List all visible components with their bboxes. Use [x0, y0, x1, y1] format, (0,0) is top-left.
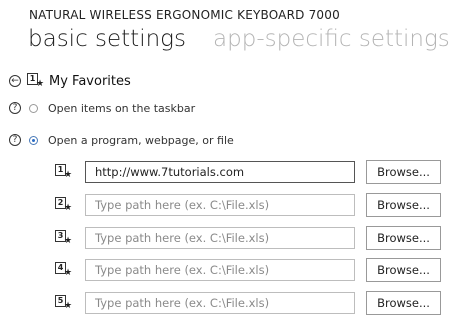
favorite-row-5: 5 ★ Browse...	[55, 291, 441, 315]
path-input-1[interactable]	[85, 161, 355, 183]
favorite-key-icon: 2 ★	[55, 197, 73, 213]
browse-button-5[interactable]: Browse...	[366, 291, 441, 315]
path-input-5[interactable]	[85, 292, 355, 314]
browse-button-2[interactable]: Browse...	[366, 193, 441, 217]
favorite-row-2: 2 ★ Browse...	[55, 193, 441, 217]
browse-button-1[interactable]: Browse...	[366, 160, 441, 184]
help-icon[interactable]: ?	[9, 102, 21, 114]
star-icon: ★	[64, 236, 73, 246]
option-label: Open a program, webpage, or file	[48, 133, 234, 147]
app-title: NATURAL WIRELESS ERGONOMIC KEYBOARD 7000	[29, 8, 340, 22]
favorite-row-3: 3 ★ Browse...	[55, 226, 441, 250]
favorite-row-1: 1 ★ Browse...	[55, 160, 441, 184]
favorite-row-4: 4 ★ Browse...	[55, 258, 441, 282]
path-input-3[interactable]	[85, 227, 355, 249]
tab-app-specific-settings[interactable]: app-specific settings	[213, 26, 450, 52]
star-icon: ★	[64, 203, 73, 213]
section-header: ← 1 ★ My Favorites	[9, 72, 131, 90]
star-icon: ★	[36, 79, 45, 89]
star-icon: ★	[64, 170, 73, 180]
favorite-key-icon: 1 ★	[27, 73, 45, 89]
section-title: My Favorites	[49, 73, 131, 89]
option-label: Open items on the taskbar	[48, 101, 196, 115]
favorite-key-icon: 1 ★	[55, 164, 73, 180]
star-icon: ★	[64, 268, 73, 278]
star-icon: ★	[64, 301, 73, 311]
radio-taskbar[interactable]	[29, 103, 38, 113]
favorite-key-icon: 4 ★	[55, 262, 73, 278]
browse-button-3[interactable]: Browse...	[366, 226, 441, 250]
option-program: ? Open a program, webpage, or file	[9, 133, 234, 147]
tab-basic-settings[interactable]: basic settings	[28, 26, 186, 52]
radio-program[interactable]	[29, 135, 38, 145]
path-input-4[interactable]	[85, 259, 355, 281]
tab-bar: basic settings app-specific settings	[28, 26, 460, 52]
browse-button-4[interactable]: Browse...	[366, 258, 441, 282]
path-input-2[interactable]	[85, 194, 355, 216]
back-arrow-icon[interactable]: ←	[9, 75, 21, 87]
option-taskbar: ? Open items on the taskbar	[9, 101, 195, 115]
favorite-key-icon: 5 ★	[55, 295, 73, 311]
favorite-key-icon: 3 ★	[55, 230, 73, 246]
help-icon[interactable]: ?	[9, 134, 21, 146]
